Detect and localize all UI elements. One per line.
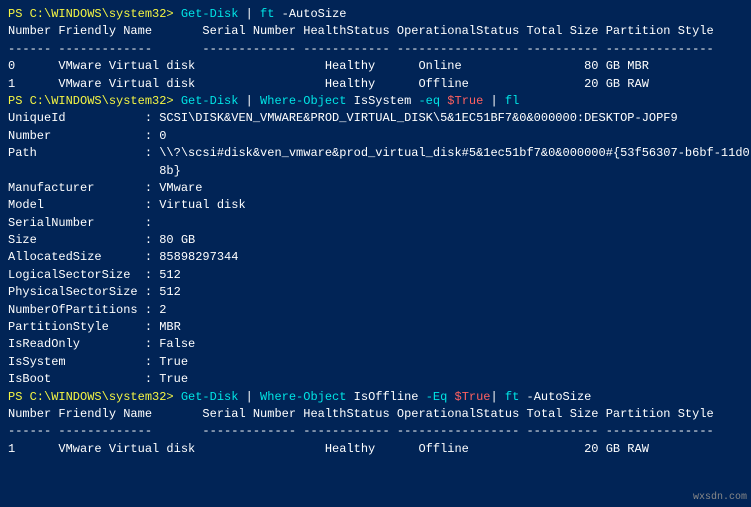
terminal-text: ------ ------------- ------------- -----… bbox=[8, 424, 714, 438]
terminal-text: PartitionStyle : MBR bbox=[8, 320, 181, 334]
terminal-line: 0 VMware Virtual disk Healthy Online 80 … bbox=[8, 58, 743, 75]
terminal-line: 1 VMware Virtual disk Healthy Offline 20… bbox=[8, 441, 743, 458]
terminal-text: Get-Disk bbox=[181, 390, 239, 404]
terminal-line: PhysicalSectorSize : 512 bbox=[8, 284, 743, 301]
terminal-text: Size : 80 GB bbox=[8, 233, 195, 247]
watermark: wxsdn.com bbox=[693, 492, 747, 503]
terminal-line: LogicalSectorSize : 512 bbox=[8, 267, 743, 284]
terminal-text: Number Friendly Name Serial Number Healt… bbox=[8, 407, 714, 421]
terminal-text: ------ ------------- ------------- -----… bbox=[8, 42, 714, 56]
terminal-text: | bbox=[238, 94, 260, 108]
terminal-line: IsSystem : True bbox=[8, 354, 743, 371]
terminal-text: 8b} bbox=[8, 164, 181, 178]
terminal-line: Manufacturer : VMware bbox=[8, 180, 743, 197]
terminal-line: Size : 80 GB bbox=[8, 232, 743, 249]
terminal-line: Model : Virtual disk bbox=[8, 197, 743, 214]
terminal-line: UniqueId : SCSI\DISK&VEN_VMWARE&PROD_VIR… bbox=[8, 110, 743, 127]
terminal-text: IsBoot : True bbox=[8, 372, 188, 386]
terminal-line: PS C:\WINDOWS\system32> Get-Disk | ft -A… bbox=[8, 6, 743, 23]
terminal-text: | bbox=[238, 390, 260, 404]
terminal-line: SerialNumber : bbox=[8, 215, 743, 232]
terminal-text: PS C:\WINDOWS\system32> bbox=[8, 94, 181, 108]
terminal-text: PS C:\WINDOWS\system32> bbox=[8, 7, 181, 21]
terminal-text: PS C:\WINDOWS\system32> bbox=[8, 390, 181, 404]
terminal-text: ft bbox=[505, 390, 519, 404]
terminal-line: IsReadOnly : False bbox=[8, 336, 743, 353]
terminal-text: Get-Disk bbox=[181, 7, 239, 21]
terminal-text: Number : 0 bbox=[8, 129, 166, 143]
terminal-line: IsBoot : True bbox=[8, 371, 743, 388]
terminal-text: AllocatedSize : 85898297344 bbox=[8, 250, 238, 264]
terminal-line: PartitionStyle : MBR bbox=[8, 319, 743, 336]
terminal-line: Number Friendly Name Serial Number Healt… bbox=[8, 23, 743, 40]
terminal-text: -Eq bbox=[426, 390, 448, 404]
terminal-text: IsSystem : True bbox=[8, 355, 188, 369]
terminal-line: AllocatedSize : 85898297344 bbox=[8, 249, 743, 266]
terminal-line: PS C:\WINDOWS\system32> Get-Disk | Where… bbox=[8, 93, 743, 110]
terminal-text: IsOffline bbox=[346, 390, 425, 404]
terminal-text: Model : Virtual disk bbox=[8, 198, 246, 212]
terminal-text: Manufacturer : VMware bbox=[8, 181, 202, 195]
terminal-text: | bbox=[483, 94, 505, 108]
terminal-text: UniqueId : SCSI\DISK&VEN_VMWARE&PROD_VIR… bbox=[8, 111, 678, 125]
terminal-text: 1 VMware Virtual disk Healthy Offline 20… bbox=[8, 77, 649, 91]
terminal-text: Get-Disk bbox=[181, 94, 239, 108]
terminal-line: ------ ------------- ------------- -----… bbox=[8, 423, 743, 440]
terminal-line: PS C:\WINDOWS\system32> Get-Disk | Where… bbox=[8, 389, 743, 406]
terminal-text: NumberOfPartitions : 2 bbox=[8, 303, 166, 317]
terminal-text: IsReadOnly : False bbox=[8, 337, 195, 351]
terminal-text: Number Friendly Name Serial Number Healt… bbox=[8, 24, 714, 38]
terminal-text: -AutoSize bbox=[519, 390, 591, 404]
terminal-text: -AutoSize bbox=[274, 7, 346, 21]
terminal-text: $True bbox=[455, 390, 491, 404]
terminal-line: Number : 0 bbox=[8, 128, 743, 145]
terminal-text: IsSystem bbox=[346, 94, 418, 108]
terminal-text: $True bbox=[447, 94, 483, 108]
terminal-text: Where-Object bbox=[260, 94, 346, 108]
terminal-line: Path : \\?\scsi#disk&ven_vmware&prod_vir… bbox=[8, 145, 743, 162]
terminal-text: 1 VMware Virtual disk Healthy Offline 20… bbox=[8, 442, 649, 456]
terminal-text: ft bbox=[260, 7, 274, 21]
terminal-window: PS C:\WINDOWS\system32> Get-Disk | ft -A… bbox=[8, 6, 743, 458]
terminal-text bbox=[447, 390, 454, 404]
terminal-text: PhysicalSectorSize : 512 bbox=[8, 285, 181, 299]
terminal-text: fl bbox=[505, 94, 519, 108]
terminal-text: | bbox=[238, 7, 260, 21]
terminal-line: NumberOfPartitions : 2 bbox=[8, 302, 743, 319]
terminal-text: LogicalSectorSize : 512 bbox=[8, 268, 181, 282]
terminal-text: | bbox=[491, 390, 505, 404]
terminal-line: Number Friendly Name Serial Number Healt… bbox=[8, 406, 743, 423]
terminal-text: SerialNumber : bbox=[8, 216, 152, 230]
terminal-line: 1 VMware Virtual disk Healthy Offline 20… bbox=[8, 76, 743, 93]
terminal-line: 8b} bbox=[8, 163, 743, 180]
terminal-text: 0 VMware Virtual disk Healthy Online 80 … bbox=[8, 59, 649, 73]
terminal-text: Path : \\?\scsi#disk&ven_vmware&prod_vir… bbox=[8, 146, 751, 160]
terminal-text: -eq bbox=[418, 94, 440, 108]
terminal-text: Where-Object bbox=[260, 390, 346, 404]
terminal-line: ------ ------------- ------------- -----… bbox=[8, 41, 743, 58]
